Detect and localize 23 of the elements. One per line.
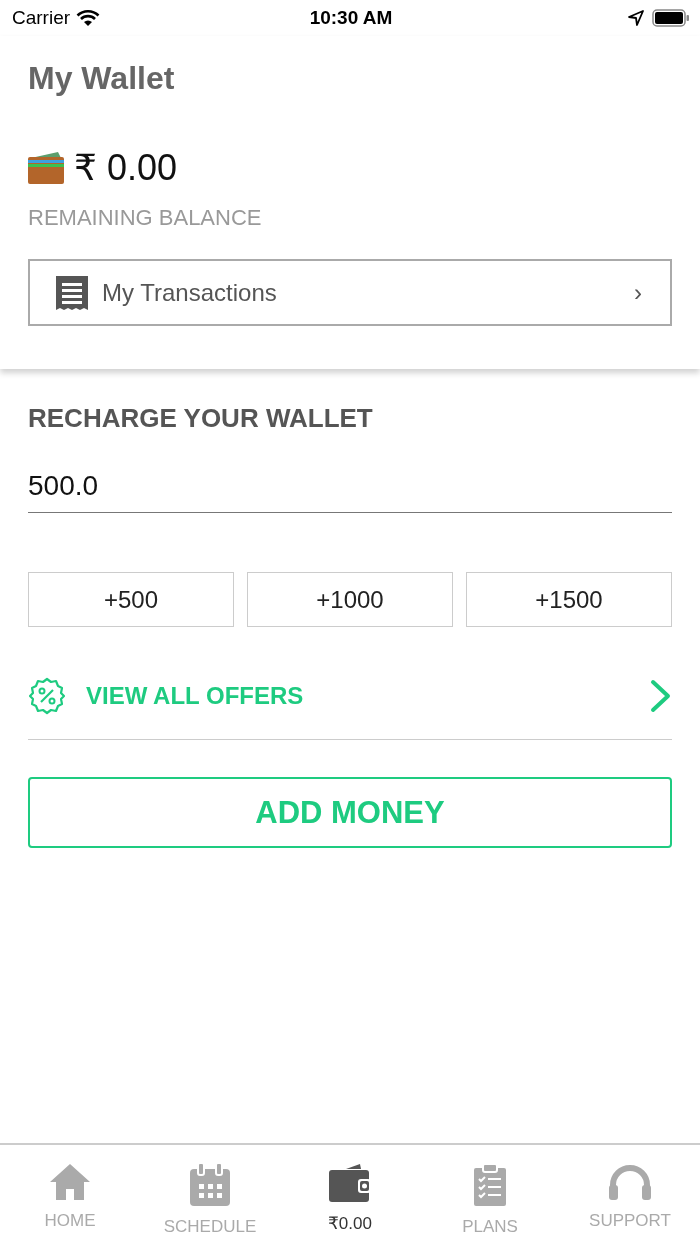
chevron-icon: › [634, 278, 642, 307]
quick-amount-button[interactable]: +1500 [466, 572, 672, 627]
headphones-icon [608, 1163, 652, 1201]
clock-time: 10:30 AM [309, 7, 393, 29]
section-title: RECHARGE YOUR WALLET [28, 403, 374, 434]
battery-icon [652, 9, 690, 27]
page-title: My Wallet [28, 60, 176, 97]
chevron-right-icon [650, 679, 672, 713]
calendar-icon [189, 1163, 231, 1207]
discount-badge-icon [28, 677, 66, 715]
wifi-icon [76, 9, 101, 27]
wallet-icon [328, 1163, 372, 1203]
quick-amount-button[interactable]: +1000 [247, 572, 453, 627]
carrier-name: Carrier [12, 7, 71, 29]
balance-amount: ₹ 0.00 [74, 147, 177, 189]
location-arrow-icon [628, 10, 644, 26]
quick-amount-button[interactable]: +500 [28, 572, 234, 627]
transactions-link[interactable]: My Transactions › [28, 259, 672, 326]
receipt-icon [56, 275, 88, 310]
balance-label: REMAINING BALANCE [28, 205, 263, 231]
clipboard-icon [473, 1163, 507, 1207]
wallet-icon [28, 152, 64, 184]
home-icon [49, 1163, 91, 1201]
